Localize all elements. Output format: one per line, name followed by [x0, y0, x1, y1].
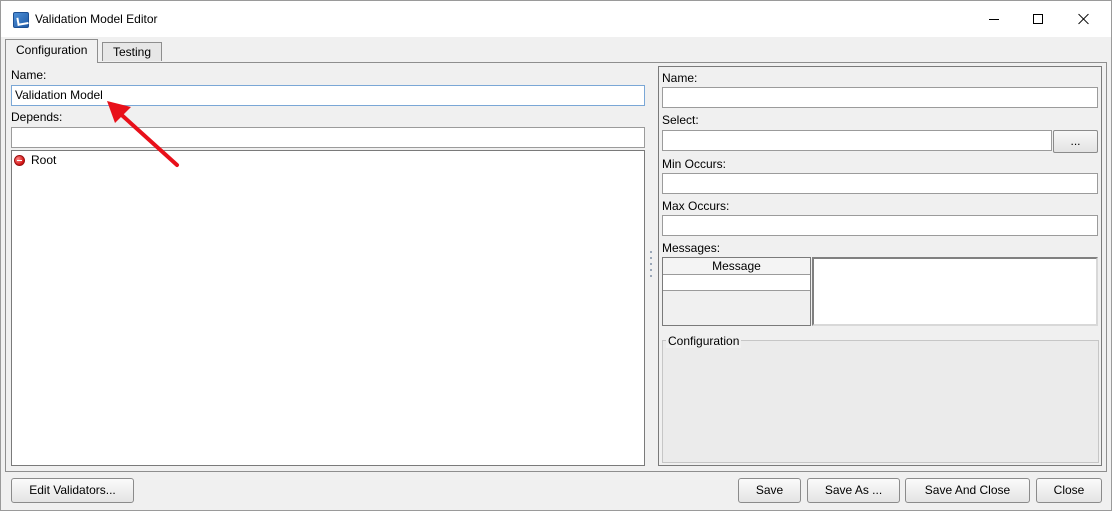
minimize-button[interactable] [971, 1, 1017, 37]
messages-table[interactable]: Message [662, 257, 811, 326]
name-field[interactable]: Validation Model [11, 85, 645, 106]
window-title: Validation Model Editor [35, 12, 158, 26]
message-column-header[interactable]: Message [663, 258, 810, 275]
max-occurs-field[interactable] [662, 215, 1098, 236]
configuration-group-label: Configuration [666, 334, 742, 348]
messages-label: Messages: [662, 241, 721, 255]
tab-configuration[interactable]: Configuration [5, 39, 99, 63]
node-name-label: Name: [662, 71, 698, 85]
close-icon [1078, 13, 1090, 25]
select-label: Select: [662, 113, 699, 127]
name-label: Name: [11, 68, 47, 82]
close-button[interactable]: Close [1036, 478, 1102, 503]
browse-button[interactable]: ... [1053, 130, 1098, 153]
app-icon [13, 12, 29, 28]
model-tree[interactable]: Root [11, 150, 645, 466]
tree-node-label: Root [31, 153, 57, 167]
min-occurs-label: Min Occurs: [662, 157, 727, 171]
node-name-field[interactable] [662, 87, 1098, 108]
editor-window: Validation Model Editor Configuration Te… [0, 0, 1112, 511]
edit-validators-button[interactable]: Edit Validators... [11, 478, 134, 503]
save-and-close-button[interactable]: Save And Close [905, 478, 1030, 503]
message-detail-area[interactable] [812, 257, 1098, 326]
depends-field[interactable] [11, 127, 645, 148]
tab-testing[interactable]: Testing [102, 42, 163, 61]
max-occurs-label: Max Occurs: [662, 199, 730, 213]
min-occurs-field[interactable] [662, 173, 1098, 194]
title-bar: Validation Model Editor [1, 1, 1111, 37]
table-row[interactable] [663, 275, 810, 291]
depends-label: Depends: [11, 110, 63, 124]
maximize-button[interactable] [1015, 1, 1061, 37]
configuration-group [662, 340, 1099, 463]
maximize-icon [1033, 14, 1043, 24]
error-icon [14, 154, 25, 166]
splitter-handle[interactable] [650, 251, 653, 283]
close-window-button[interactable] [1061, 1, 1107, 37]
select-field[interactable] [662, 130, 1052, 151]
save-button[interactable]: Save [738, 478, 801, 503]
minimize-icon [989, 18, 999, 20]
tree-node-root[interactable]: Root [14, 153, 56, 167]
save-as-button[interactable]: Save As ... [807, 478, 900, 503]
